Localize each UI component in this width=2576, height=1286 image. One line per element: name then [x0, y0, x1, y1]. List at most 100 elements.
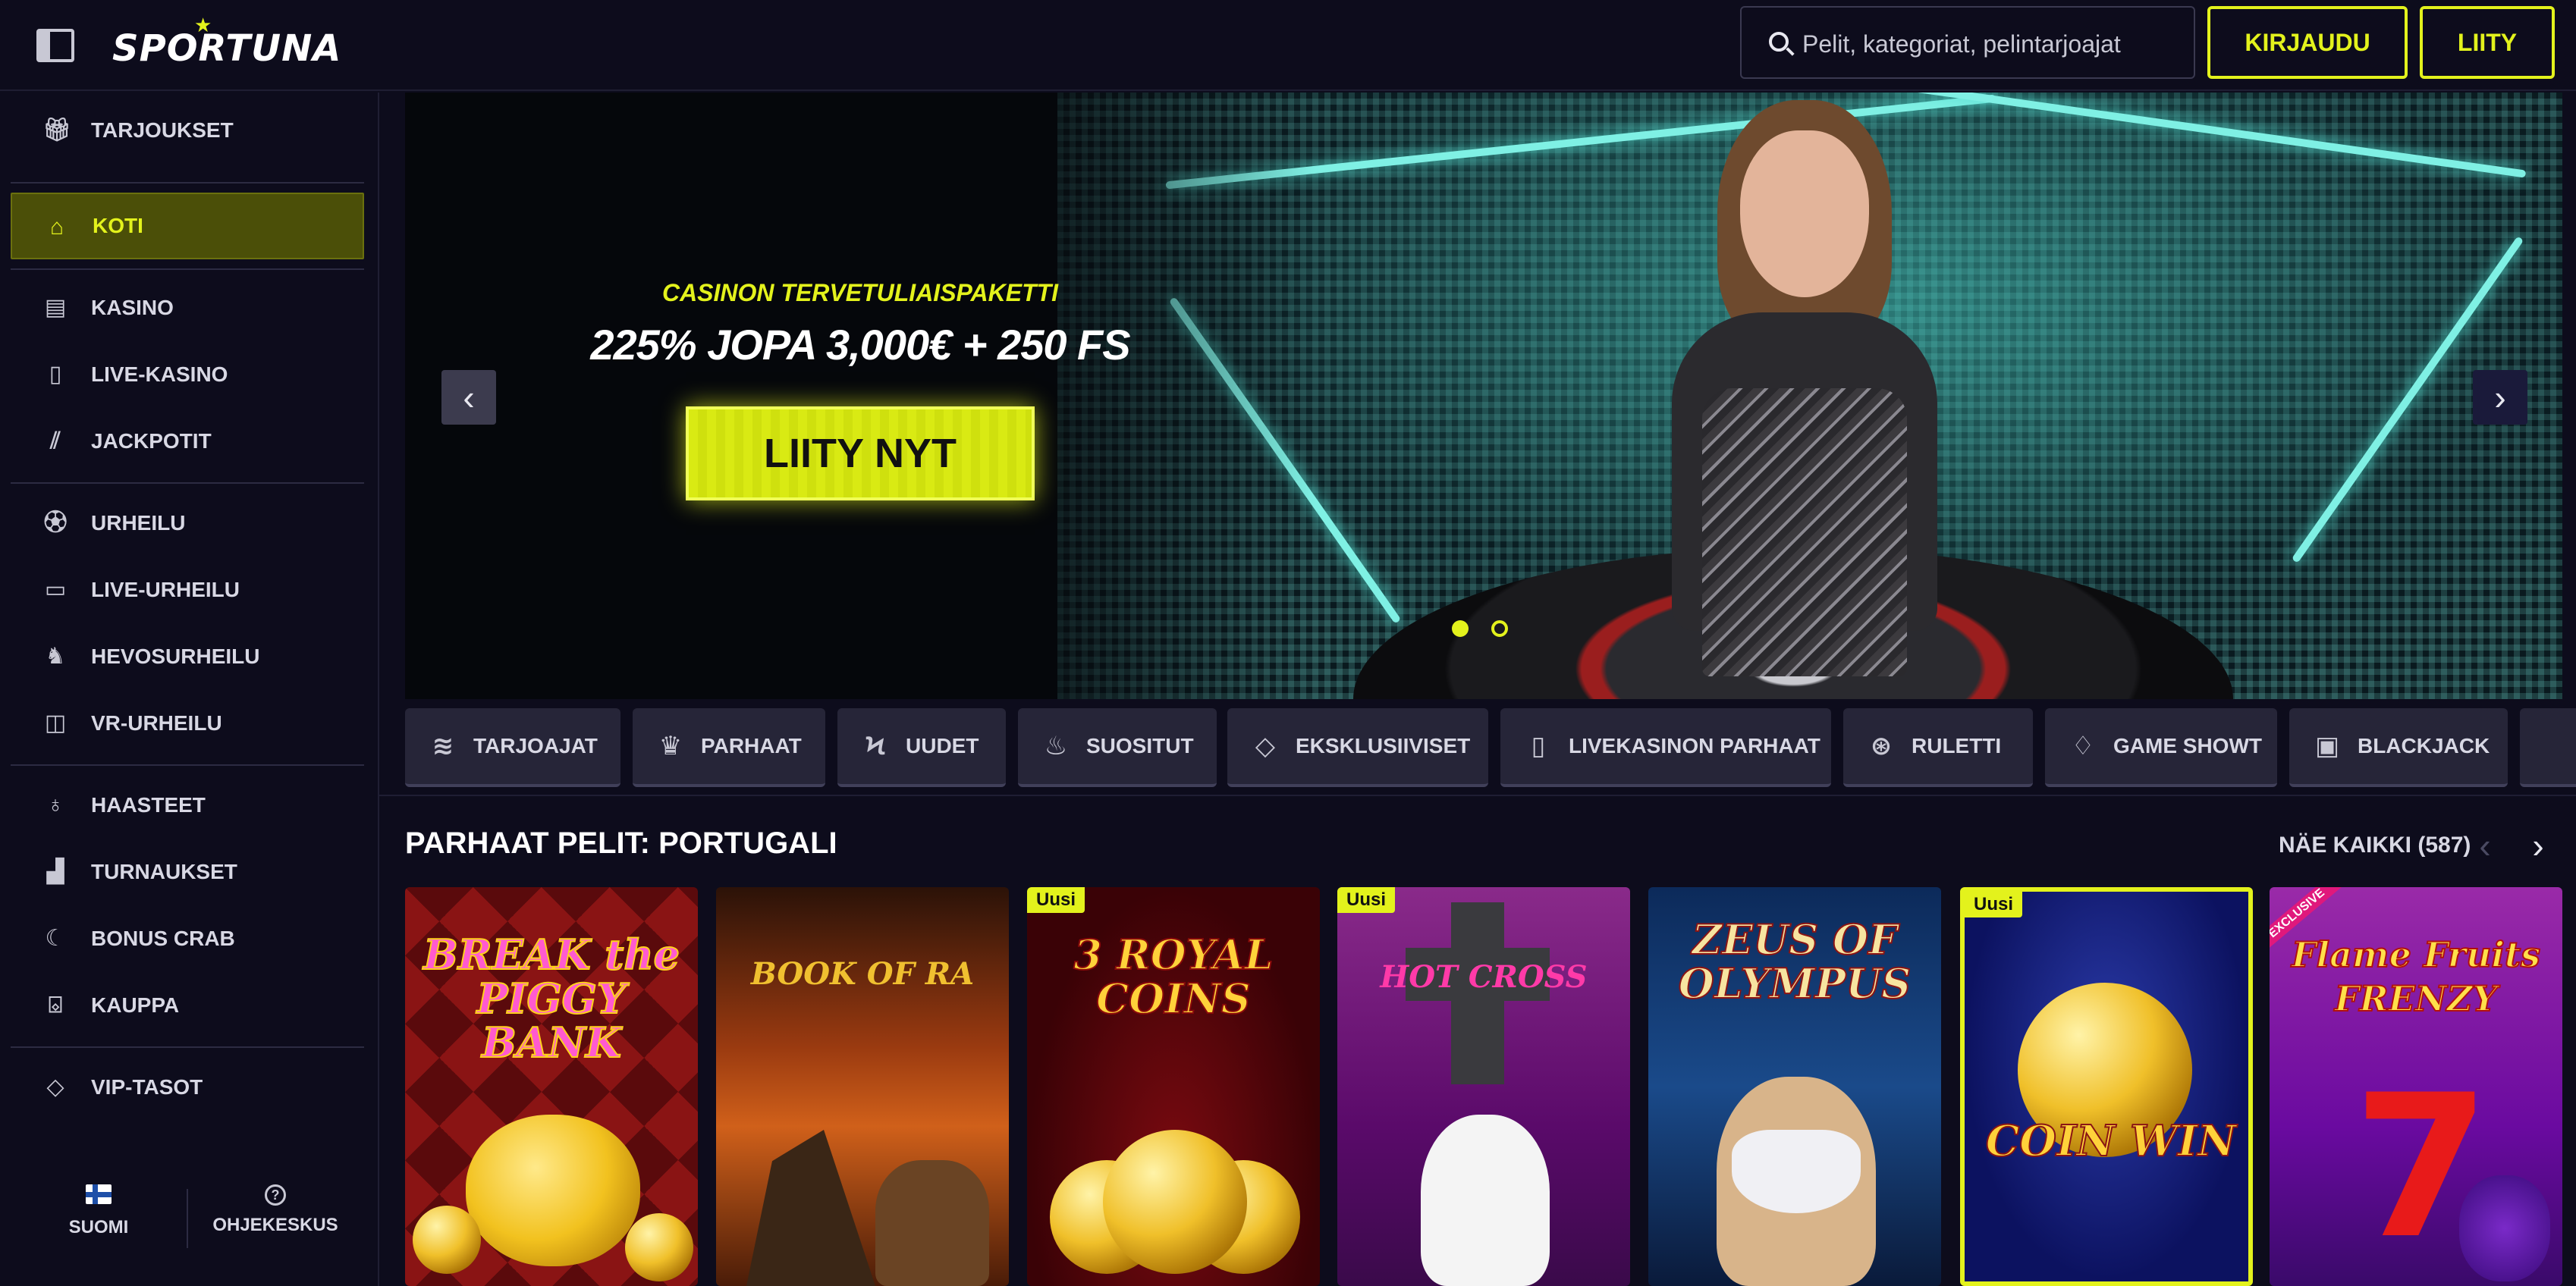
sidebar-divider	[11, 764, 364, 766]
game-tile[interactable]: ZEUS OF OLYMPUS	[1648, 887, 1941, 1286]
diamond-icon: ◇	[1255, 732, 1276, 761]
sidebar-item-label: JACKPOTIT	[91, 429, 212, 453]
game-title: BREAK the PIGGY BANK	[423, 930, 680, 1067]
game-title: BOOK OF RA	[750, 956, 975, 992]
sidebar-item-turnaukset[interactable]: ▟ TURNAUKSET	[11, 839, 364, 905]
chevron-right-icon: ›	[2532, 826, 2544, 865]
category-label: SUOSITUT	[1086, 734, 1194, 757]
promo-banner[interactable]: CASINON TERVETULIAISPAKETTI 225% JOPA 3,…	[405, 93, 2562, 699]
sidebar-item-jackpotit[interactable]: ⫽ JACKPOTIT	[11, 408, 364, 475]
cat-character-image	[1421, 1115, 1550, 1286]
sidebar-divider	[11, 482, 364, 484]
top-header: ★ SPORTUNA KIRJAUDU LIITY	[0, 0, 2576, 91]
sidebar: 🎁︎ TARJOUKSET ⌂ KOTI ▤ KASINO ▯ LIVE-KAS…	[0, 93, 379, 1286]
category-label: RULETTI	[1912, 734, 2002, 757]
sidebar-item-label: KASINO	[91, 296, 174, 319]
game-tile[interactable]: EXCLUSIVE Flame Fruits FRENZY 7	[2270, 887, 2562, 1286]
sidebar-item-hevosurheilu[interactable]: ♞ HEVOSURHEILU	[11, 623, 364, 690]
see-all-link[interactable]: NÄE KAIKKI (587)	[2279, 833, 2471, 858]
blackjack-icon: ▣	[2314, 732, 2340, 761]
sidebar-item-vr-urheilu[interactable]: ◫ VR-URHEILU	[11, 690, 364, 757]
games-prev-button[interactable]: ‹	[2470, 826, 2500, 864]
game-tile[interactable]: Uusi HOT CROSS	[1337, 887, 1630, 1286]
game-title: ZEUS OF OLYMPUS	[1678, 915, 1912, 1008]
join-now-button[interactable]: LIITY NYT	[686, 406, 1035, 500]
crown-icon: ♛	[658, 732, 683, 761]
search-input[interactable]	[1802, 23, 2182, 65]
crab-claw-icon: ☾	[45, 926, 66, 951]
category-eksklusiiviset[interactable]: ◇ EKSKLUSIIVISET	[1227, 708, 1488, 787]
card-icon: ▯	[49, 362, 62, 387]
sidebar-divider	[11, 182, 364, 183]
games-next-button[interactable]: ›	[2523, 826, 2553, 864]
category-parhaat[interactable]: ♛ PARHAAT	[633, 708, 825, 787]
sidebar-toggle-icon[interactable]	[36, 29, 74, 62]
category-label: BLACKJACK	[2358, 734, 2490, 757]
roulette-icon: ⊛	[1870, 732, 1893, 761]
game-title: HOT CROSS	[1380, 959, 1588, 995]
sidebar-item-vip-tasot[interactable]: ◇ VIP-TASOT	[11, 1054, 364, 1121]
category-blackjack[interactable]: ▣ BLACKJACK	[2289, 708, 2508, 787]
diamond-icon: ◇	[46, 1074, 64, 1099]
sidebar-item-label: URHEILU	[91, 511, 186, 535]
game-tile[interactable]: BREAK the PIGGY BANK	[405, 887, 698, 1286]
coin-image	[413, 1206, 481, 1274]
category-livekasinon-parhaat[interactable]: ▯ LIVEKASINON PARHAAT	[1500, 708, 1831, 787]
game-tile[interactable]: Uusi 3 ROYAL COINS	[1027, 887, 1320, 1286]
sidebar-item-live-kasino[interactable]: ▯ LIVE-KASINO	[11, 341, 364, 408]
search-box[interactable]	[1740, 6, 2195, 79]
badge-icon: ♁	[46, 792, 64, 817]
sidebar-item-koti[interactable]: ⌂ KOTI	[11, 193, 364, 259]
category-suositut[interactable]: ♨ SUOSITUT	[1018, 708, 1217, 787]
category-ruletti[interactable]: ⊛ RULETTI	[1843, 708, 2033, 787]
login-button[interactable]: KIRJAUDU	[2207, 6, 2408, 79]
language-selector[interactable]: SUOMI	[47, 1184, 150, 1238]
category-label: TARJOAJAT	[473, 734, 598, 757]
category-uudet[interactable]: ϟ UUDET	[837, 708, 1006, 787]
banner-prev-button[interactable]: ‹	[441, 370, 496, 425]
banner-dot[interactable]	[1491, 620, 1508, 637]
join-button[interactable]: LIITY	[2420, 6, 2555, 79]
banner-next-button[interactable]: ›	[2473, 370, 2527, 425]
game-tile[interactable]: BOOK OF RA	[716, 887, 1009, 1286]
piggy-bank-image	[466, 1115, 640, 1266]
category-tarjoajat[interactable]: ≋ TARJOAJAT	[405, 708, 620, 787]
new-badge: Uusi	[1337, 887, 1396, 913]
dealer-image	[1588, 100, 2013, 699]
zeus-beard-image	[1732, 1130, 1861, 1213]
banner-copy: CASINON TERVETULIAISPAKETTI 225% JOPA 3,…	[405, 93, 1131, 699]
explorer-image	[875, 1160, 989, 1286]
sidebar-item-label: LIVE-URHEILU	[91, 578, 240, 601]
language-label: SUOMI	[68, 1217, 129, 1237]
game-title: COIN WIN	[1985, 1116, 2238, 1166]
sidebar-item-label: TURNAUKSET	[91, 860, 237, 883]
sidebar-item-kauppa[interactable]: ⌺ KAUPPA	[11, 972, 364, 1039]
sidebar-item-live-urheilu[interactable]: ▭ LIVE-URHEILU	[11, 557, 364, 623]
horse-icon: ♞	[45, 644, 66, 669]
sidebar-item-tarjoukset[interactable]: 🎁︎ TARJOUKSET	[11, 97, 364, 164]
sidebar-item-urheilu[interactable]: ⚽︎ URHEILU	[11, 490, 364, 557]
sidebar-item-label: BONUS CRAB	[91, 927, 235, 950]
sidebar-item-label: LIVE-KASINO	[91, 362, 228, 386]
finland-flag-icon	[86, 1184, 112, 1204]
layers-icon: ≋	[432, 732, 454, 761]
temple-image	[746, 1130, 875, 1286]
category-more[interactable]	[2520, 708, 2576, 787]
sportuna-logo[interactable]: ★ SPORTUNA	[112, 14, 341, 77]
game-tile[interactable]: Uusi COIN WIN	[1960, 887, 2253, 1286]
sidebar-item-bonus-crab[interactable]: ☾ BONUS CRAB	[11, 905, 364, 972]
banner-dot-active[interactable]	[1452, 620, 1469, 637]
jackpot-icon: ⫽	[50, 428, 61, 453]
banner-pagination	[1452, 620, 1508, 638]
sidebar-item-haasteet[interactable]: ♁ HAASTEET	[11, 772, 364, 839]
category-label: GAME SHOWT	[2113, 734, 2262, 757]
help-center-link[interactable]: ? OHJEKESKUS	[203, 1184, 347, 1236]
sidebar-item-kasino[interactable]: ▤ KASINO	[11, 274, 364, 341]
flame-icon: ♨	[1044, 732, 1068, 761]
sidebar-divider	[11, 1046, 364, 1048]
chevron-right-icon: ›	[2494, 378, 2506, 417]
new-badge: Uusi	[1027, 887, 1085, 913]
coin-image	[1103, 1130, 1247, 1274]
banner-headline: 225% JOPA 3,000€ + 250 FS	[590, 321, 1130, 369]
category-game-showt[interactable]: ♢ GAME SHOWT	[2045, 708, 2277, 787]
